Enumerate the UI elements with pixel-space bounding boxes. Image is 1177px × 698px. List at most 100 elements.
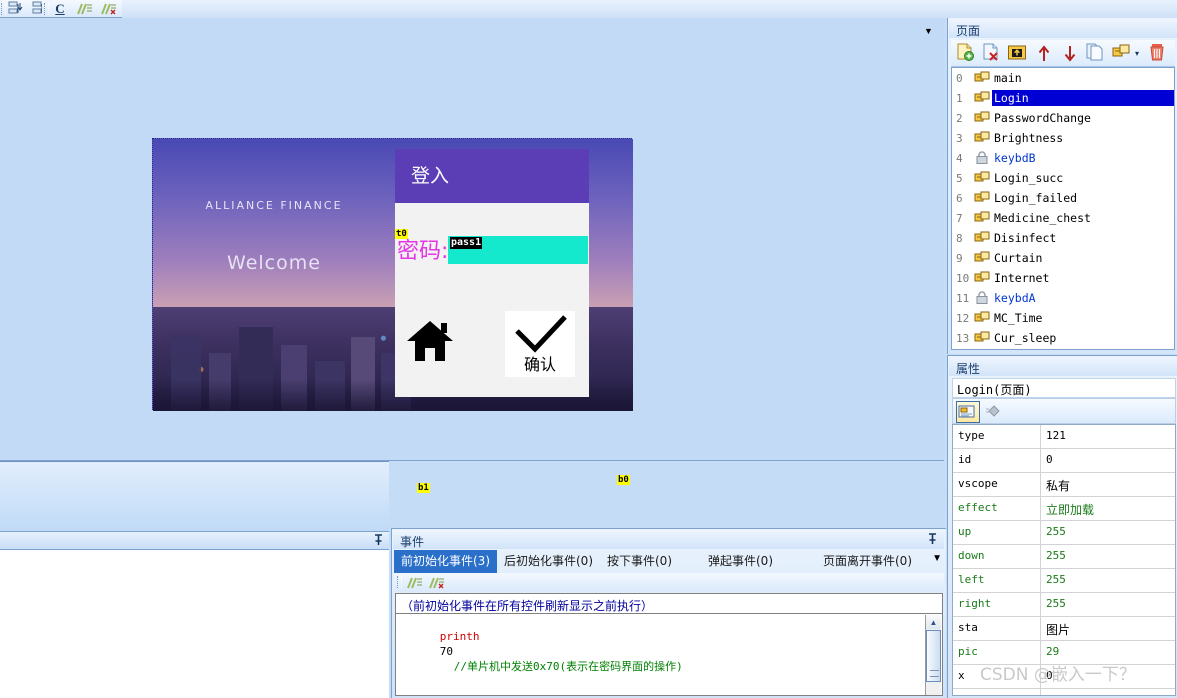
pin-icon[interactable]: [374, 534, 383, 549]
page-list-item[interactable]: 6 Login_failed: [952, 188, 1174, 208]
property-row[interactable]: left 255: [953, 569, 1175, 593]
delete-all-icon[interactable]: [1147, 43, 1169, 63]
confirm-label: 确认: [523, 355, 556, 374]
property-value[interactable]: 立即加载: [1041, 497, 1175, 520]
chevron-down-icon[interactable]: ▼: [924, 23, 936, 36]
property-value[interactable]: 0: [1041, 449, 1175, 472]
left-dock-titlebar[interactable]: [0, 531, 389, 550]
code-scrollbar[interactable]: ▲: [925, 615, 941, 695]
property-row[interactable]: effect 立即加载: [953, 497, 1175, 521]
page-list-item[interactable]: 13 Cur_sleep: [952, 328, 1174, 348]
property-value[interactable]: 0: [1041, 665, 1175, 688]
pages-titlebar[interactable]: 页面: [949, 19, 1177, 38]
property-value[interactable]: 29: [1041, 641, 1175, 664]
password-input[interactable]: pass1: [448, 236, 588, 264]
page-list-item[interactable]: 9 Curtain: [952, 248, 1174, 268]
property-row[interactable]: y 0: [953, 689, 1175, 695]
code-c-icon[interactable]: C: [50, 0, 70, 17]
property-value[interactable]: 255: [1041, 521, 1175, 544]
tab-page-exit[interactable]: 页面离开事件(0): [816, 550, 919, 573]
comment-add-icon[interactable]: [406, 576, 422, 590]
move-down-icon[interactable]: [1059, 43, 1081, 63]
page-list-item[interactable]: 4 keybdB: [952, 148, 1174, 168]
page-index: 9: [956, 251, 963, 265]
confirm-button[interactable]: b0 确认: [505, 311, 630, 485]
events-tabs[interactable]: 前初始化事件(3) 后初始化事件(0) 按下事件(0) 弹起事件(0) 页面离开…: [394, 550, 944, 579]
password-row[interactable]: t0 密码: pass1: [395, 203, 589, 264]
move-up-icon[interactable]: [1033, 43, 1055, 63]
tab-pre-init[interactable]: 前初始化事件(3): [394, 550, 497, 579]
scrollbar-thumb[interactable]: [926, 630, 941, 682]
page-icon: [974, 70, 992, 86]
property-value[interactable]: 121: [1041, 425, 1175, 448]
property-row[interactable]: x 0: [953, 665, 1175, 689]
events-code-editor[interactable]: printh 70 //单片机中发送0x70(表示在密码界面的操作) print…: [395, 613, 943, 696]
page-label: keybdB: [994, 151, 1036, 165]
page-list-item[interactable]: 0 main: [952, 68, 1174, 88]
comment-add-icon[interactable]: [74, 0, 94, 17]
properties-titlebar[interactable]: 属性: [949, 357, 1177, 376]
properties-toolbar: [952, 398, 1176, 424]
property-row[interactable]: pic 29: [953, 641, 1175, 665]
events-titlebar[interactable]: 事件: [393, 530, 944, 549]
pages-title: 页面: [956, 24, 981, 38]
subtoolbar-grip[interactable]: [397, 576, 402, 588]
code-c-label: C: [55, 0, 65, 16]
page-list-item[interactable]: 10 Internet: [952, 268, 1174, 288]
property-value[interactable]: 255: [1041, 545, 1175, 568]
property-row[interactable]: sta 图片: [953, 617, 1175, 641]
property-value[interactable]: 255: [1041, 569, 1175, 592]
delete-page-icon[interactable]: [981, 43, 1003, 63]
property-value[interactable]: 0: [1041, 689, 1175, 695]
copy-page-icon[interactable]: [1085, 43, 1107, 63]
property-row[interactable]: vscope 私有: [953, 473, 1175, 497]
page-list-item[interactable]: 5 Login_succ: [952, 168, 1174, 188]
page-list-item-selected[interactable]: 1 Login: [952, 88, 1174, 108]
page-list-item[interactable]: 2 PasswordChange: [952, 108, 1174, 128]
page-list-item[interactable]: 7 Medicine_chest: [952, 208, 1174, 228]
property-key: left: [953, 569, 1041, 592]
events-note: （前初始化事件在所有控件刷新显示之前执行）: [395, 593, 943, 613]
tab-release[interactable]: 弹起事件(0): [701, 550, 780, 573]
page-canvas[interactable]: ALLIANCE FINANCE Welcome 登入 t0 密码: pass1…: [152, 138, 633, 493]
page-icon: [974, 110, 992, 126]
left-dock-content[interactable]: [0, 549, 389, 698]
login-dialog[interactable]: 登入 t0 密码: pass1 b1 b0 确认: [395, 149, 630, 493]
events-pin-icon[interactable]: [928, 533, 937, 548]
pages-list[interactable]: 0 main 1 Login 2 PasswordChange 3 Bright…: [951, 67, 1175, 350]
events-view-icon[interactable]: [985, 403, 1003, 419]
tabs-overflow-icon[interactable]: ▼: [932, 553, 942, 564]
page-options-icon[interactable]: [1111, 43, 1133, 63]
property-row[interactable]: id 0: [953, 449, 1175, 473]
property-value[interactable]: 图片: [1041, 617, 1175, 640]
align-distribute-v-icon[interactable]: [6, 0, 26, 17]
welcome-text: Welcome: [227, 252, 321, 274]
page-icon: [974, 250, 992, 266]
properties-view-icon[interactable]: [956, 401, 980, 423]
comment-remove-icon[interactable]: [98, 0, 118, 17]
page-list-item[interactable]: 3 Brightness: [952, 128, 1174, 148]
home-button[interactable]: b1: [405, 315, 455, 493]
property-value[interactable]: 私有: [1041, 473, 1175, 496]
page-icon: [974, 230, 992, 246]
property-row[interactable]: right 255: [953, 593, 1175, 617]
property-key: effect: [953, 497, 1041, 520]
page-list-item[interactable]: 8 Disinfect: [952, 228, 1174, 248]
property-row[interactable]: type 121: [953, 425, 1175, 449]
properties-grid[interactable]: type 121 id 0 vscope 私有 effect 立即加载 up 2…: [952, 424, 1176, 696]
dropdown-arrow-icon[interactable]: ▾: [1132, 43, 1142, 63]
toolbar-grip-2[interactable]: [44, 3, 49, 15]
property-row[interactable]: down 255: [953, 545, 1175, 569]
tab-post-init[interactable]: 后初始化事件(0): [497, 550, 600, 573]
scroll-up-icon[interactable]: ▲: [926, 615, 941, 629]
tab-press[interactable]: 按下事件(0): [600, 550, 679, 573]
property-value[interactable]: 255: [1041, 593, 1175, 616]
property-row[interactable]: up 255: [953, 521, 1175, 545]
page-list-item[interactable]: 11 keybdA: [952, 288, 1174, 308]
comment-remove-icon[interactable]: [428, 576, 444, 590]
property-key: sta: [953, 617, 1041, 640]
design-canvas-area[interactable]: ▼ ALLIANCE FINANCE Welcome 登入 t0 密码: pas…: [0, 18, 944, 493]
add-page-icon[interactable]: [955, 43, 977, 63]
import-page-icon[interactable]: [1007, 43, 1029, 63]
page-list-item[interactable]: 12 MC_Time: [952, 308, 1174, 328]
